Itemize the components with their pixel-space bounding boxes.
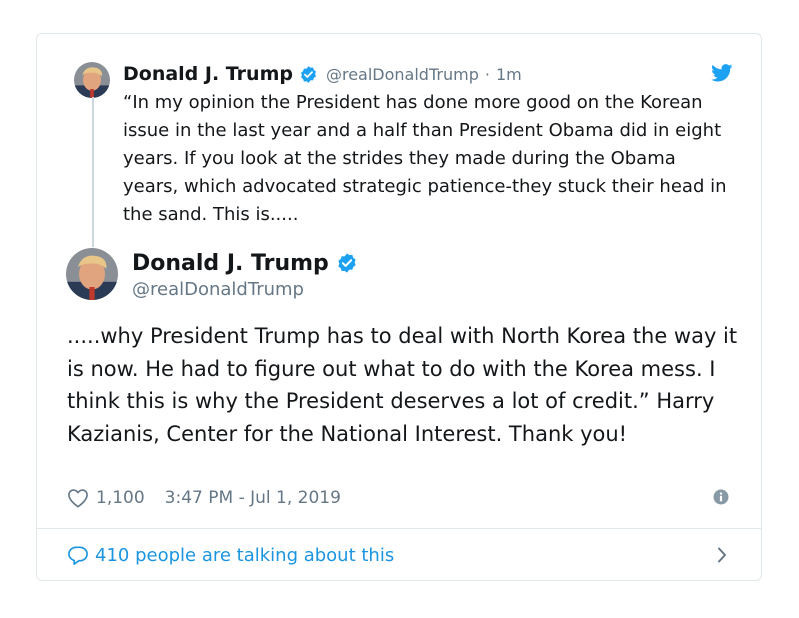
verified-badge-icon (336, 252, 358, 274)
info-icon[interactable] (713, 489, 729, 505)
comment-icon (67, 545, 89, 565)
author-handle[interactable]: @realDonaldTrump (326, 65, 479, 84)
main-tweet-header: Donald J. Trump @realDonaldTrump (132, 248, 358, 302)
divider (37, 528, 761, 529)
twitter-bird-icon[interactable] (711, 64, 733, 82)
tweet-timestamp[interactable]: 3:47 PM - Jul 1, 2019 (165, 488, 341, 508)
chevron-right-icon[interactable] (717, 547, 727, 563)
tweet-embed-card: Donald J. Trump @realDonaldTrump · 1m “I… (36, 33, 762, 581)
verified-badge-icon (299, 65, 318, 84)
tweet-meta-row: 1,100 3:47 PM - Jul 1, 2019 (67, 484, 733, 512)
quoted-tweet-text: “In my opinion the President has done mo… (123, 92, 727, 225)
author-name[interactable]: Donald J. Trump (123, 63, 293, 85)
quoted-tweet-header: Donald J. Trump @realDonaldTrump · 1m (123, 62, 522, 86)
talking-about-link[interactable]: 410 people are talking about this (67, 539, 731, 571)
like-count[interactable]: 1,100 (96, 488, 145, 508)
avatar[interactable] (66, 248, 118, 300)
author-handle[interactable]: @realDonaldTrump (132, 278, 358, 302)
author-name[interactable]: Donald J. Trump (132, 251, 329, 276)
thread-connector-line (92, 97, 94, 247)
heart-icon[interactable] (67, 488, 89, 508)
separator-dot: · (484, 64, 490, 84)
main-tweet-text: .....why President Trump has to deal wit… (67, 324, 738, 446)
talking-about-label[interactable]: 410 people are talking about this (95, 545, 394, 566)
avatar[interactable] (74, 62, 110, 98)
tweet-time[interactable]: 1m (496, 65, 522, 84)
